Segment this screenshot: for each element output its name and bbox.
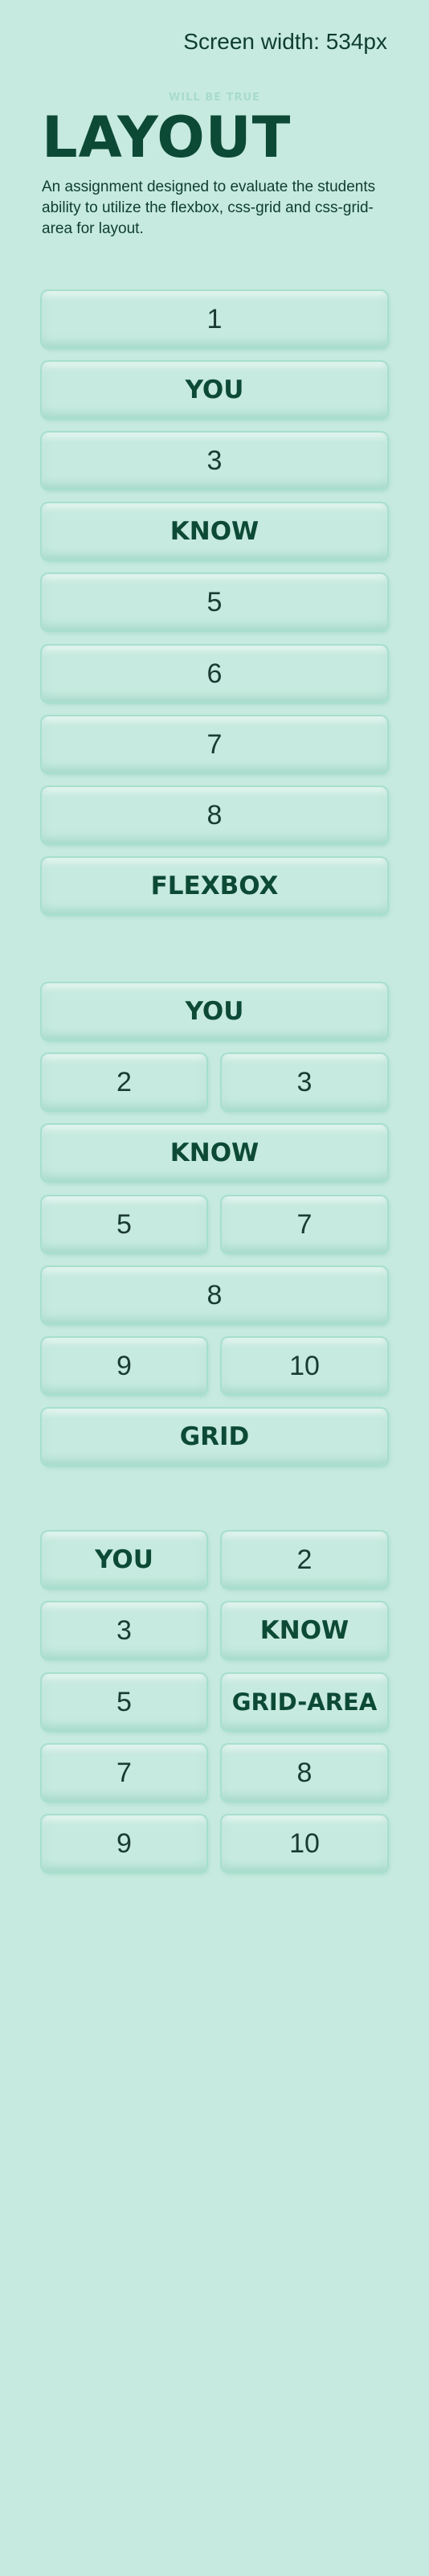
- grid-item-7: 8: [42, 1267, 387, 1323]
- page-description: An assignment designed to evaluate the s…: [42, 178, 376, 237]
- page-title: LAYOUT: [42, 105, 292, 170]
- grid-item-3: 3: [222, 1054, 387, 1110]
- flexbox-item-1: 1: [42, 291, 387, 347]
- grid-area-item-10: 10: [222, 1815, 387, 1872]
- grid-area-item-7: 7: [42, 1745, 206, 1801]
- grid-area-item-3: 3: [42, 1602, 206, 1659]
- grid-area-item-5: 5: [42, 1674, 206, 1730]
- grid-area-item-6: GRID-AREA: [222, 1674, 387, 1730]
- kicker-text: WILL BE TRUE: [169, 92, 260, 104]
- grid-item-2: 2: [42, 1054, 206, 1110]
- grid-item-4: KNOW: [42, 1125, 387, 1181]
- grid-item-5: 5: [42, 1196, 206, 1253]
- grid-area-item-9: 9: [42, 1815, 206, 1872]
- flexbox-item-2: YOU: [42, 362, 387, 418]
- flexbox-item-7: 7: [42, 716, 387, 773]
- grid-area-item-1: YOU: [42, 1532, 206, 1588]
- flexbox-item-4: KNOW: [42, 503, 387, 560]
- grid-item-10: GRID: [42, 1409, 387, 1465]
- flexbox-item-8: 8: [42, 787, 387, 843]
- grid-item-6: 7: [222, 1196, 387, 1253]
- flexbox-item-6: 6: [42, 646, 387, 702]
- grid-area-item-4: KNOW: [222, 1602, 387, 1659]
- flexbox-item-5: 5: [42, 574, 387, 630]
- flexbox-item-9: FLEXBOX: [42, 858, 387, 914]
- screen-width-label: Screen width: 534px: [183, 29, 387, 54]
- grid-item-8: 9: [42, 1338, 206, 1394]
- flexbox-item-3: 3: [42, 433, 387, 489]
- grid-item-9: 10: [222, 1338, 387, 1394]
- grid-area-item-2: 2: [222, 1532, 387, 1588]
- grid-area-item-8: 8: [222, 1745, 387, 1801]
- grid-item-1: YOU: [42, 983, 387, 1040]
